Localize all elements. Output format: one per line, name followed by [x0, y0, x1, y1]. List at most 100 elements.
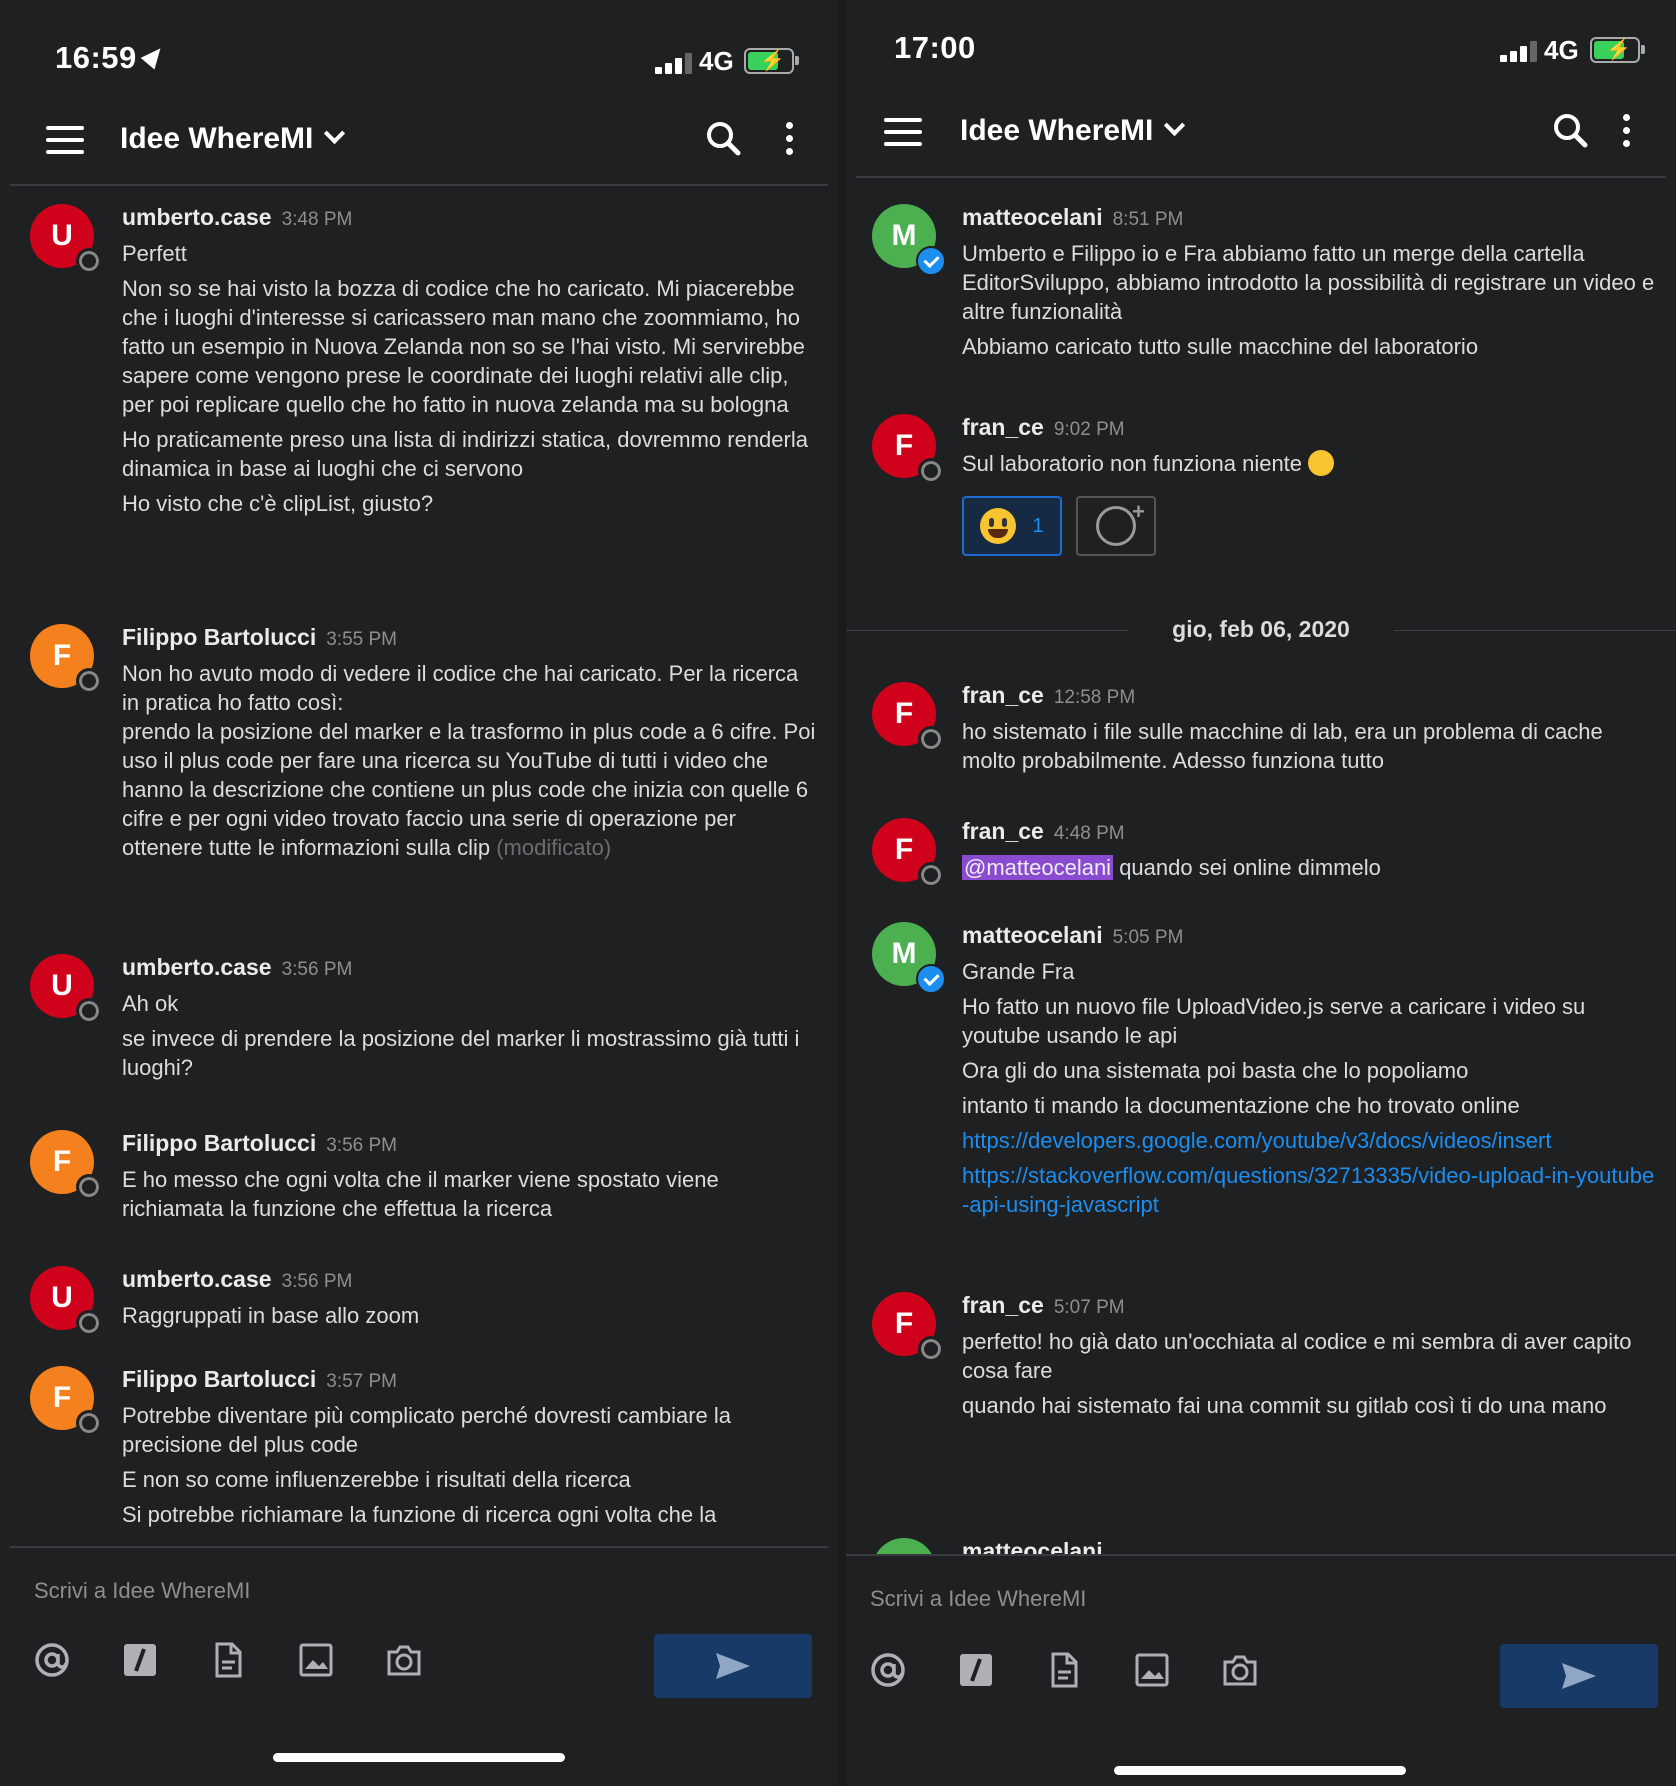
message-text: Ho fatto un nuovo file UploadVideo.js se… [962, 994, 1586, 1048]
file-icon[interactable] [1046, 1652, 1082, 1688]
avatar[interactable]: F [872, 818, 944, 888]
at-icon[interactable] [870, 1652, 906, 1688]
message-list[interactable]: U umberto.case 3:48 PM Perfett Non so se … [0, 186, 838, 1546]
avatar[interactable]: U [30, 1266, 102, 1336]
presence-indicator [918, 458, 944, 484]
channel-header: Idee WhereMI [856, 88, 1666, 178]
more-vertical-icon[interactable] [785, 122, 795, 156]
message-composer: Scrivi a Idee WhereMI [10, 1546, 828, 1748]
avatar[interactable]: F [30, 1130, 102, 1200]
send-icon [716, 1653, 750, 1679]
message-text: Abbiamo caricato tutto sulle macchine de… [962, 334, 1479, 359]
message-time: 8:51 PM [1112, 209, 1184, 230]
message-author[interactable]: fran_ce [962, 1292, 1044, 1318]
left-screen: 16:59 4G ⚡ Idee WhereMI U umberto.case 3:… [0, 0, 838, 1786]
menu-icon[interactable] [46, 126, 84, 154]
message-time: 3:56 PM [326, 1135, 397, 1156]
avatar[interactable]: F [30, 624, 102, 694]
right-screen: 17:00 4G ⚡ Idee WhereMI M matteocelani 8:… [846, 0, 1676, 1786]
message-author[interactable]: umberto.case [122, 1266, 272, 1292]
message-time: 12:58 PM [1053, 687, 1136, 708]
message-author[interactable]: matteocelani [962, 204, 1103, 230]
message-text: Umberto e Filippo io e Fra abbiamo fatto… [962, 241, 1655, 324]
message-text: intanto ti mando la documentazione che h… [962, 1093, 1520, 1118]
presence-indicator [918, 862, 944, 888]
status-time: 16:59 [55, 40, 168, 76]
message-text: perfetto! ho già dato un'occhiata al cod… [962, 1329, 1632, 1383]
send-button[interactable] [1500, 1644, 1658, 1708]
avatar[interactable]: U [30, 204, 102, 274]
message-input[interactable]: Scrivi a Idee WhereMI [870, 1586, 1086, 1612]
presence-indicator [918, 1336, 944, 1362]
message-composer: Scrivi a Idee WhereMI [846, 1554, 1676, 1756]
party-emoji-icon [1308, 450, 1335, 476]
avatar[interactable]: M [872, 1538, 936, 1554]
presence-indicator [76, 1174, 102, 1200]
battery-icon: ⚡ [744, 48, 799, 74]
presence-indicator [76, 1410, 102, 1436]
send-button[interactable] [654, 1634, 812, 1698]
message-time: 9:02 PM [1053, 419, 1125, 440]
message-time: 3:55 PM [326, 629, 397, 650]
more-vertical-icon[interactable] [1622, 114, 1632, 148]
message-text: Ho visto che c'è clipList, giusto? [122, 491, 434, 516]
message-list[interactable]: M matteocelani 8:51 PM Umberto e Filippo … [846, 178, 1676, 1554]
avatar[interactable]: F [872, 682, 944, 752]
message-author[interactable]: matteocelani [962, 1538, 1103, 1554]
home-indicator [1114, 1766, 1406, 1775]
channel-title[interactable]: Idee WhereMI [120, 122, 346, 156]
message-text: Non ho avuto modo di vedere il codice ch… [122, 661, 816, 860]
chevron-down-icon [324, 122, 346, 145]
avatar[interactable]: M [872, 204, 946, 276]
message-author[interactable]: fran_ce [962, 818, 1044, 844]
message-link[interactable]: https://developers.google.com/youtube/v3… [962, 1126, 1656, 1155]
presence-indicator [76, 668, 102, 694]
message-author[interactable]: fran_ce [962, 682, 1044, 708]
camera-icon[interactable] [386, 1642, 422, 1678]
image-icon[interactable] [298, 1642, 334, 1678]
message-text: Si potrebbe richiamare la funzione di ri… [122, 1502, 717, 1527]
presence-indicator [76, 248, 102, 274]
message-text: quando hai sistemato fai una commit su g… [962, 1393, 1607, 1418]
message-author[interactable]: Filippo Bartolucci [122, 1366, 316, 1392]
message-time: 3:56 PM [281, 959, 353, 980]
message-input[interactable]: Scrivi a Idee WhereMI [34, 1578, 250, 1604]
file-icon[interactable] [210, 1642, 246, 1678]
presence-indicator [76, 1310, 102, 1336]
message-author[interactable]: umberto.case [122, 954, 272, 980]
menu-icon[interactable] [884, 118, 922, 146]
reaction-smiley[interactable]: 1 [962, 496, 1062, 556]
reactions: 1 + [962, 496, 1656, 556]
network-label: 4G [1544, 35, 1579, 65]
edited-label: (modificato) [496, 835, 612, 860]
avatar[interactable]: F [30, 1366, 102, 1436]
at-icon[interactable] [34, 1642, 70, 1678]
message-time: 3:57 PM [326, 1371, 397, 1392]
avatar[interactable]: F [872, 414, 944, 484]
message-author[interactable]: umberto.case [122, 204, 272, 230]
slash-icon[interactable] [958, 1652, 994, 1688]
chevron-down-icon [1164, 114, 1186, 137]
slash-icon[interactable] [122, 1642, 158, 1678]
channel-title[interactable]: Idee WhereMI [960, 114, 1186, 148]
message-link[interactable]: https://stackoverflow.com/questions/3271… [962, 1161, 1656, 1219]
search-icon[interactable] [1552, 112, 1588, 148]
avatar[interactable]: M [872, 922, 946, 994]
message-author[interactable]: fran_ce [962, 414, 1044, 440]
location-icon [140, 42, 168, 70]
add-reaction-button[interactable]: + [1076, 496, 1156, 556]
message-text: @matteocelani quando sei online dimmelo [962, 855, 1381, 880]
avatar[interactable]: F [872, 1292, 944, 1362]
search-icon[interactable] [705, 120, 741, 156]
message-author[interactable]: Filippo Bartolucci [122, 624, 316, 650]
avatar[interactable]: U [30, 954, 102, 1024]
message-text: Raggruppati in base allo zoom [122, 1303, 420, 1328]
add-reaction-icon: + [1096, 499, 1145, 546]
message-author[interactable]: Filippo Bartolucci [122, 1130, 316, 1156]
message-text: Ora gli do una sistemata poi basta che l… [962, 1058, 1469, 1083]
message-text: Non so se hai visto la bozza di codice c… [122, 276, 805, 417]
mention-link[interactable]: @matteocelani [962, 855, 1114, 880]
image-icon[interactable] [1134, 1652, 1170, 1688]
message-author[interactable]: matteocelani [962, 922, 1103, 948]
camera-icon[interactable] [1222, 1652, 1258, 1688]
